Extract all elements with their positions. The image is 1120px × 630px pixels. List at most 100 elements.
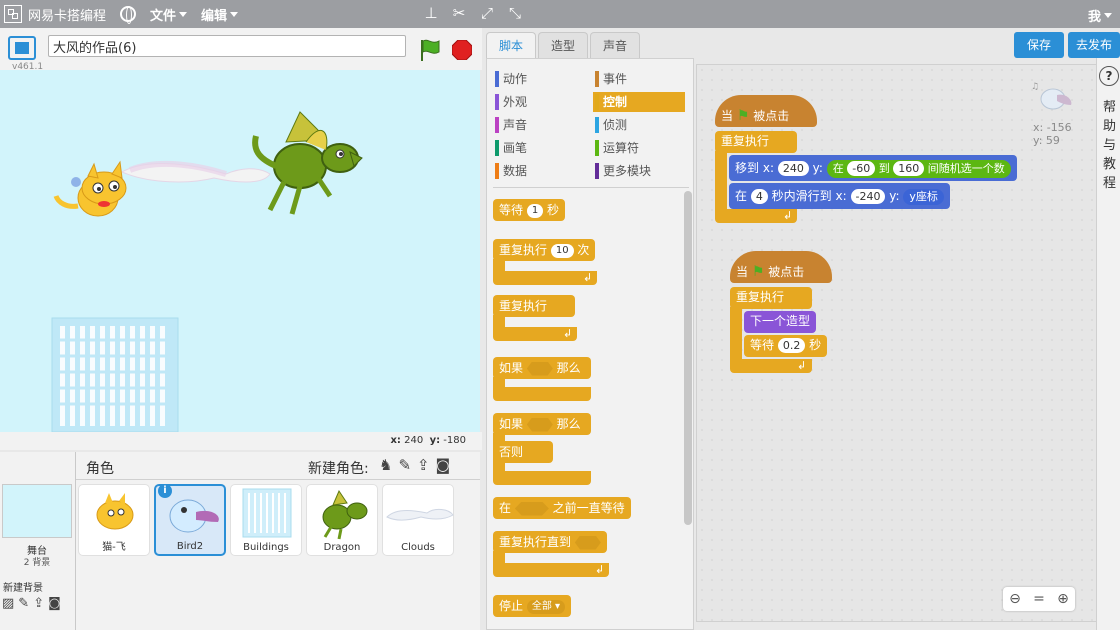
block-repeat[interactable]: 重复执行 10 次 [493, 239, 596, 261]
fullscreen-icon[interactable] [8, 36, 36, 60]
block-text: 秒 [809, 338, 822, 352]
category-events[interactable]: 事件 [593, 69, 685, 89]
category-data[interactable]: 数据 [493, 161, 585, 181]
cat-sprite[interactable] [53, 160, 127, 217]
dragon-sprite[interactable] [252, 111, 363, 215]
tab-scripts[interactable]: 脚本 [486, 32, 537, 58]
block-text: 如果 [499, 417, 524, 431]
palette-scrollbar[interactable] [684, 191, 692, 525]
sprite-card-clouds[interactable]: Clouds [382, 484, 454, 556]
script2-forever-block[interactable]: 重复执行 [730, 287, 812, 309]
category-control[interactable]: 控制 [593, 92, 685, 112]
zoom-in-icon[interactable]: ⊕ [1057, 591, 1069, 607]
upload-icon[interactable]: ⇪ [33, 596, 44, 611]
script1-forever-block[interactable]: 重复执行 [715, 131, 797, 153]
zoom-reset-icon[interactable]: = [1033, 591, 1045, 607]
boolean-slot[interactable] [526, 361, 553, 376]
category-more-blocks[interactable]: 更多模块 [593, 161, 685, 181]
duplicate-stamp-icon[interactable]: ⊥ [422, 4, 440, 22]
camera-icon[interactable]: ◙ [48, 596, 61, 611]
paint-brush-icon[interactable]: ✎ [398, 456, 411, 474]
wait-input[interactable]: 0.2 [777, 338, 806, 353]
block-input[interactable]: 1 [526, 203, 544, 218]
boolean-slot[interactable] [514, 501, 549, 516]
glide-secs-input[interactable]: 4 [750, 189, 768, 204]
category-looks[interactable]: 外观 [493, 92, 585, 112]
random-block[interactable]: 在 -60 到 160 间随机选一个数 [826, 159, 1011, 178]
sprite-preview-icon: ♫ [1031, 82, 1072, 110]
boolean-slot[interactable] [526, 417, 553, 432]
block-forever[interactable]: 重复执行 [493, 295, 575, 317]
app-logo[interactable]: 网易卡搭编程 [4, 5, 106, 24]
stage-canvas[interactable] [0, 70, 480, 432]
sprite-card-buildings[interactable]: Buildings [230, 484, 302, 556]
category-sound[interactable]: 声音 [493, 115, 585, 135]
category-sensing[interactable]: 侦测 [593, 115, 685, 135]
tab-sounds[interactable]: 声音 [590, 32, 641, 58]
info-icon[interactable]: i [158, 484, 172, 498]
block-if[interactable]: 如果 那么 [493, 357, 591, 379]
green-flag-icon[interactable] [418, 38, 442, 62]
project-title-input[interactable] [48, 35, 406, 57]
script2-next-costume-block[interactable]: 下一个造型 [744, 311, 817, 333]
user-menu[interactable]: 我 [1088, 6, 1112, 25]
script1-goto-block[interactable]: 移到 x: 240 y: 在 -60 到 160 间随机选一个数 [729, 155, 1017, 181]
block-text: 重复执行 [721, 134, 770, 148]
block-stop[interactable]: 停止 全部 ▾ [493, 595, 572, 617]
category-pen[interactable]: 画笔 [493, 138, 585, 158]
mouse-y: -180 [443, 435, 466, 446]
scripts-area[interactable]: ♫ x: -156 y: 59 当 ⚑ 被点击 重复执行 移到 x: 240 y… [696, 64, 1112, 622]
block-input[interactable]: 10 [550, 243, 574, 258]
block-wait[interactable]: 等待 1 秒 [493, 199, 566, 221]
stop-icon[interactable] [452, 40, 472, 60]
category-operators[interactable]: 运算符 [593, 138, 685, 158]
y-position-reporter[interactable]: y座标 [903, 188, 944, 205]
block-text: 移到 [735, 161, 760, 175]
sprite-library-icon[interactable]: ♞ [379, 456, 392, 474]
camera-icon[interactable]: ◙ [436, 456, 451, 474]
green-flag-icon: ⚑ [736, 108, 750, 124]
help-text[interactable]: 帮助与教程 [1103, 98, 1117, 193]
sprite-card-dragon[interactable]: Dragon [306, 484, 378, 556]
sprite-card-cat[interactable]: 猫-飞 [78, 484, 150, 556]
stage-thumbnail[interactable] [2, 484, 72, 538]
cut-scissors-icon[interactable]: ✂ [450, 4, 468, 22]
block-repeat-until[interactable]: 重复执行直到 [493, 531, 607, 553]
menu-edit[interactable]: 编辑 [201, 5, 239, 24]
glide-x-input[interactable]: -240 [850, 189, 886, 204]
user-label: 我 [1087, 10, 1101, 25]
script2-hat-block[interactable]: 当 ⚑ 被点击 [730, 251, 832, 283]
shrink-icon[interactable]: ⤡ [506, 4, 524, 22]
zoom-out-icon[interactable]: ⊖ [1009, 591, 1021, 607]
block-text: 那么 [556, 361, 581, 375]
sprites-title: 角色 [86, 461, 114, 477]
random-to-input[interactable]: 160 [893, 161, 925, 176]
backdrop-library-icon[interactable]: ▨ [2, 596, 14, 611]
script2-wait-block[interactable]: 等待 0.2 秒 [744, 335, 828, 357]
boolean-slot[interactable] [574, 535, 601, 550]
block-text: 重复执行 [499, 299, 548, 313]
block-text: 重复执行直到 [499, 535, 572, 549]
block-wait-until[interactable]: 在 之前一直等待 [493, 497, 631, 519]
stop-dropdown[interactable]: 全部 ▾ [526, 599, 566, 614]
goto-x-input[interactable]: 240 [777, 161, 809, 176]
cat-thumbnail [96, 493, 134, 530]
script1-glide-block[interactable]: 在 4 秒内滑行到 x: -240 y: y座标 [729, 183, 950, 209]
grow-icon[interactable]: ⤢ [478, 4, 496, 22]
random-from-input[interactable]: -60 [847, 161, 876, 176]
language-globe-icon[interactable] [120, 6, 137, 24]
menu-file[interactable]: 文件 [150, 5, 188, 24]
upload-icon[interactable]: ⇪ [417, 456, 430, 474]
save-button[interactable]: 保存 [1014, 32, 1064, 58]
category-motion[interactable]: 动作 [493, 69, 585, 89]
block-if-else[interactable]: 如果 那么 [493, 413, 591, 435]
help-icon[interactable]: ? [1099, 66, 1119, 86]
clouds-sprite[interactable] [120, 160, 271, 183]
buildings-sprite[interactable] [51, 317, 179, 432]
block-text: 在 [499, 501, 512, 515]
tab-costumes[interactable]: 造型 [538, 32, 589, 58]
sprite-card-bird2[interactable]: i Bird2 [154, 484, 226, 556]
share-button[interactable]: 去发布 [1068, 32, 1120, 58]
paint-brush-icon[interactable]: ✎ [18, 596, 29, 611]
script1-hat-block[interactable]: 当 ⚑ 被点击 [715, 95, 817, 127]
